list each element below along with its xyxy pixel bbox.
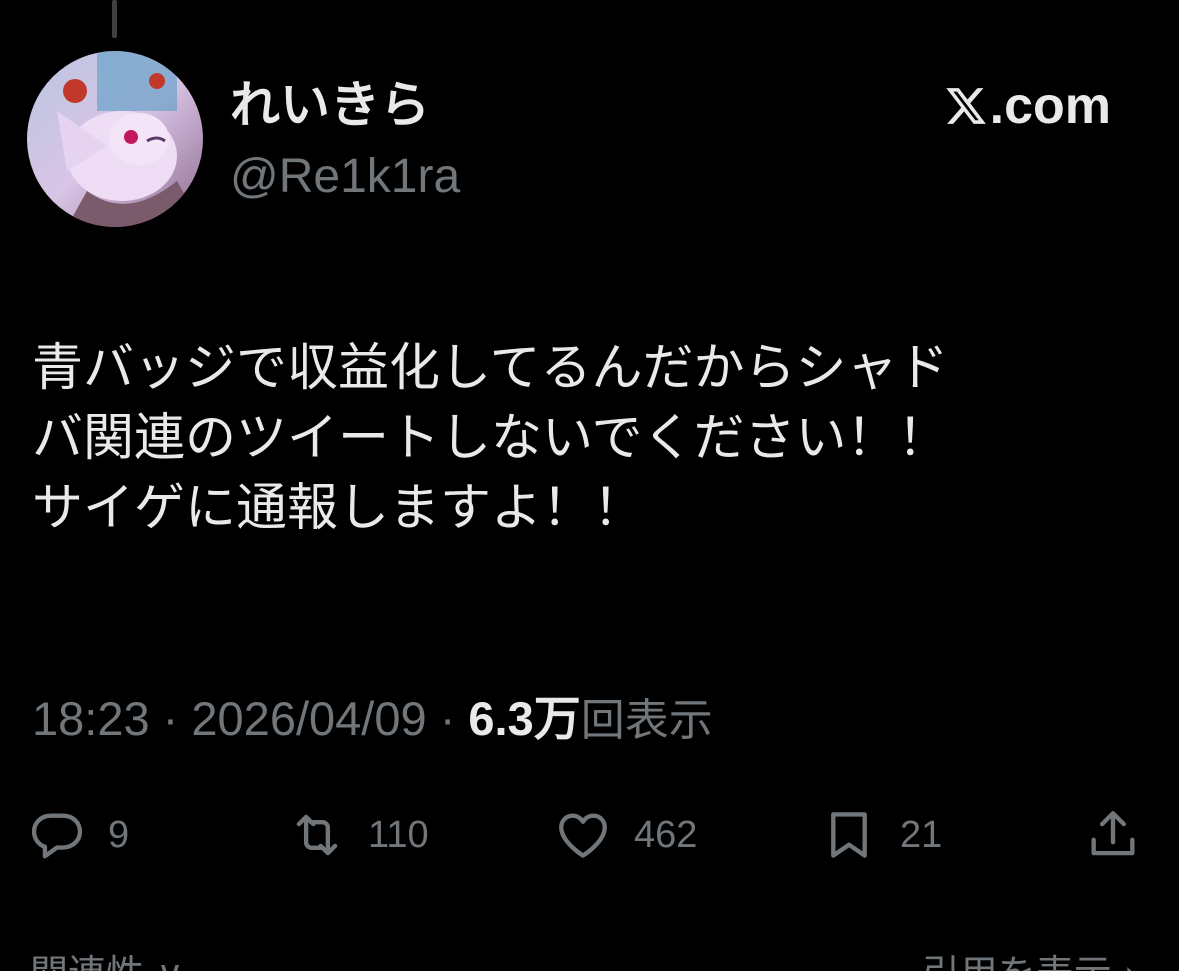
sort-relevance-button[interactable]: 関連性 ∨ — [30, 954, 184, 971]
share-icon — [1091, 811, 1135, 856]
view-label: 回表示 — [580, 695, 713, 746]
heart-icon — [559, 813, 607, 858]
bookmark-button[interactable]: 21 — [820, 800, 942, 870]
retweet-icon — [296, 814, 338, 856]
bookmark-count: 21 — [900, 813, 943, 856]
brand-watermark: .com — [944, 74, 1111, 138]
bookmark-icon — [831, 812, 867, 858]
author-handle[interactable]: @Re1k1ra — [230, 144, 460, 210]
view-quotes-link[interactable]: 引用を表示 › — [922, 954, 1139, 971]
avatar[interactable] — [27, 51, 203, 227]
tweet-date[interactable]: 2026/04/09 — [191, 692, 426, 745]
meta-separator: · — [426, 692, 469, 745]
tweet-text: 青バッジで収益化してるんだからシャド バ関連のツイートしないでください！！ サイ… — [32, 339, 949, 538]
author-display-name[interactable]: れいきら — [230, 70, 430, 140]
reply-button[interactable]: 9 — [28, 800, 129, 870]
thread-connector-line — [112, 0, 117, 38]
x-logo-icon — [945, 88, 986, 124]
replies-toolbar: 関連性 ∨ 引用を表示 › — [0, 948, 1179, 971]
avatar-image — [27, 51, 203, 227]
tweet-actions-bar: 9 110 462 21 — [0, 800, 1179, 870]
share-button[interactable] — [1084, 800, 1142, 870]
view-count: 6.3万 — [468, 692, 581, 745]
retweet-button[interactable]: 110 — [288, 800, 429, 870]
retweet-count: 110 — [368, 813, 429, 856]
tweet-time[interactable]: 18:23 — [32, 692, 150, 745]
like-button[interactable]: 462 — [554, 800, 697, 870]
brand-text: .com — [989, 77, 1111, 135]
tweet-meta: 18:23 · 2026/04/09 · 6.3万回表示 — [32, 688, 713, 752]
reply-count: 9 — [108, 813, 130, 856]
meta-separator: · — [149, 692, 192, 745]
reply-icon — [31, 813, 83, 859]
like-count: 462 — [634, 813, 698, 856]
